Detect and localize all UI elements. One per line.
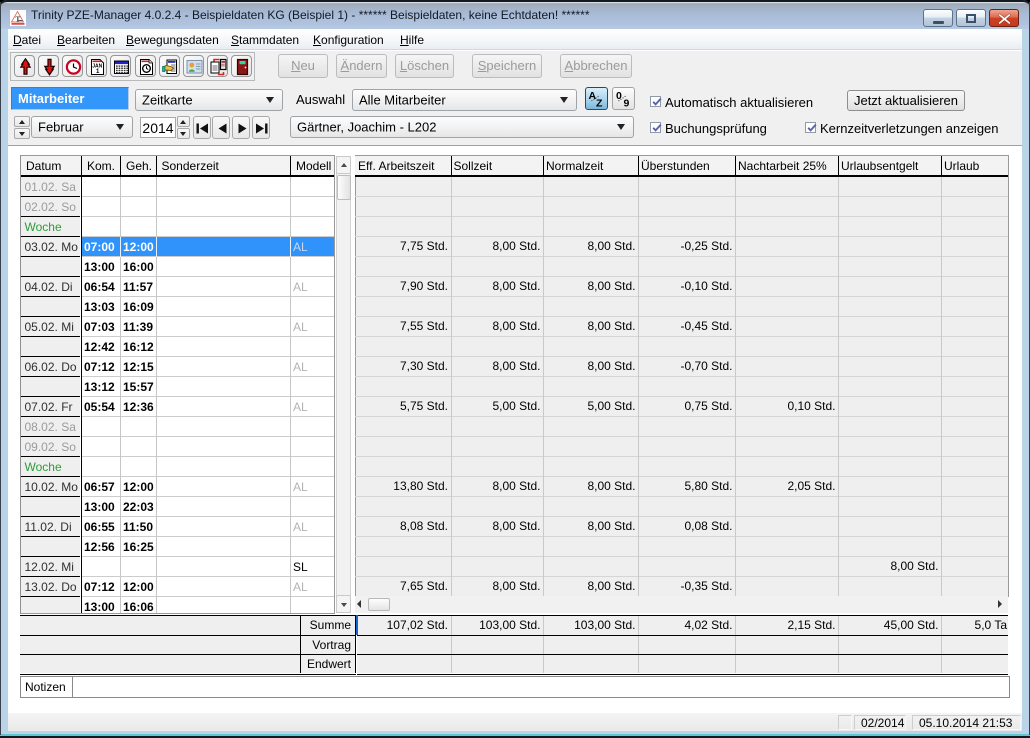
svg-text:9: 9	[624, 98, 630, 108]
svg-text:Z: Z	[596, 98, 603, 108]
svg-text:T: T	[16, 16, 21, 24]
